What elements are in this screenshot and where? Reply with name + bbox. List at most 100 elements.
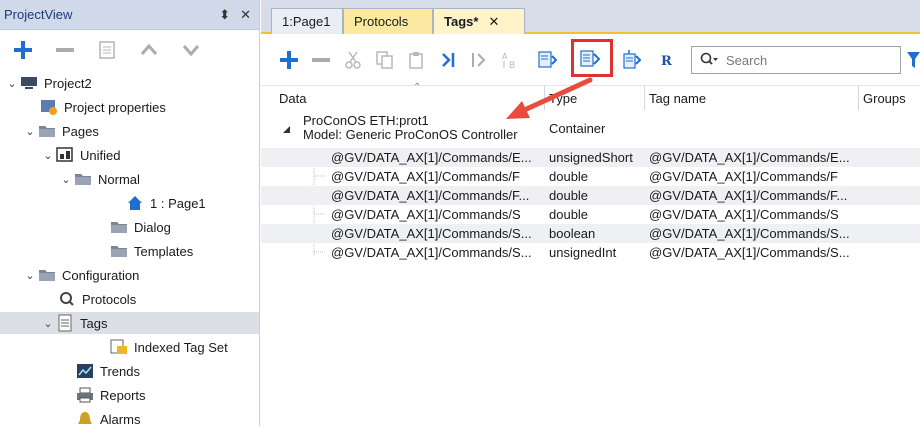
column-divider[interactable] [858,86,859,110]
sort-az-icon[interactable]: AB [499,48,523,72]
tree-item-label: Indexed Tag Set [134,339,228,355]
printer-icon [76,387,94,403]
column-header-groups[interactable]: Groups [863,86,906,110]
paste-icon[interactable] [405,48,429,72]
tags-toolbar: AB R Search [261,36,920,86]
chevron-down-icon[interactable]: ⌄ [4,77,20,90]
remove-icon[interactable] [54,39,76,61]
add-icon[interactable] [12,39,34,61]
cell-data: @GV/DATA_AX[1]/Commands/S... [331,245,532,260]
alarms-icon [76,411,94,427]
import-tags-highlighted-icon[interactable] [573,43,609,75]
tree-item-label: Configuration [62,267,140,283]
tree-item-label: 1 : Page1 [150,195,206,211]
tree-item-project-properties[interactable]: Project properties [40,96,166,118]
search-box[interactable]: Search [691,46,901,74]
search-icon [700,52,718,69]
project-view-title: ProjectView [4,7,73,22]
tab-tags[interactable]: Tags* ✕ [433,8,525,34]
cell-type: unsignedShort [549,150,633,165]
tags-grid: Data ⌃ Type Tag name Groups ProConOS ETH… [261,82,920,426]
computer-icon [20,75,38,91]
sort-indicator-icon: ⌃ [413,82,422,93]
pin-icon[interactable]: ⬍ [219,7,230,23]
remove-tag-icon[interactable] [309,48,333,72]
search-input[interactable]: Search [726,53,767,68]
table-row[interactable]: @GV/DATA_AX[1]/Commands/F... double @GV/… [261,186,920,205]
close-tab-icon[interactable]: ✕ [488,14,499,30]
cut-icon[interactable] [341,48,365,72]
svg-text:A: A [502,52,508,61]
table-row[interactable]: @GV/DATA_AX[1]/Commands/S double @GV/DAT… [261,205,920,224]
cell-data: @GV/DATA_AX[1]/Commands/F [331,169,520,184]
rename-icon[interactable]: R [655,48,679,72]
tree-item-label: Project properties [64,99,166,115]
collapse-triangle-icon[interactable] [283,122,291,137]
tree-item-unified[interactable]: ⌄ Unified [40,144,120,166]
group-type: Container [549,121,606,136]
tree-item-reports[interactable]: Reports [76,384,146,406]
close-panel-icon[interactable]: ✕ [240,7,251,23]
tree-item-tags[interactable]: ⌄ Tags [0,312,259,334]
column-divider[interactable] [544,86,545,110]
chevron-down-icon[interactable]: ⌄ [22,269,38,282]
tree-item-indexed-tag-set[interactable]: Indexed Tag Set [110,336,228,358]
tab-protocols[interactable]: Protocols [343,8,433,34]
chevron-down-icon[interactable]: ⌄ [40,149,56,162]
chevron-down-icon[interactable]: ⌄ [40,317,56,330]
tab-label: Tags* [444,14,479,29]
import-tags-icon[interactable] [437,48,461,72]
import-dictionary-icon[interactable] [531,42,565,78]
tree-item-dialog[interactable]: Dialog [110,216,171,238]
tree-item-pages[interactable]: ⌄ Pages [22,120,99,142]
home-icon [126,195,144,211]
tree-item-templates[interactable]: Templates [110,240,193,262]
filter-icon[interactable] [907,50,920,70]
tree-item-label: Unified [80,147,121,163]
dictionary-icon[interactable] [621,48,645,72]
properties-list-icon[interactable] [96,39,118,61]
copy-icon[interactable] [373,48,397,72]
folder-icon [110,243,128,259]
tab-page1[interactable]: 1:Page1 [271,8,343,34]
project-view-panel: ProjectView ⬍ ✕ ⌄ Project2 Project prope… [0,0,260,427]
add-tag-icon[interactable] [277,48,301,72]
move-down-icon[interactable] [180,39,202,61]
tree-item-label: Trends [100,363,140,379]
export-tags-icon[interactable] [467,48,491,72]
table-row[interactable]: @GV/DATA_AX[1]/Commands/S... unsignedInt… [261,243,920,262]
group-row[interactable]: ProConOS ETH:prot1 Model: Generic ProCon… [261,114,920,148]
table-row[interactable]: @GV/DATA_AX[1]/Commands/E... unsignedSho… [261,148,920,167]
tree-item-label: Templates [134,243,194,259]
svg-text:B: B [509,61,515,70]
project-view-titlebar: ProjectView ⬍ ✕ [0,0,259,30]
tree-item-configuration[interactable]: ⌄ Configuration [22,264,139,286]
tree-item-alarms[interactable]: Alarms [76,408,140,430]
column-header-data[interactable]: Data [279,86,306,110]
folder-icon [110,219,128,235]
chevron-down-icon[interactable]: ⌄ [22,125,38,138]
tree-item-project2[interactable]: ⌄ Project2 [4,72,92,94]
column-header-tag-name[interactable]: Tag name [649,86,706,110]
tree-item-page1[interactable]: 1 : Page1 [126,192,206,214]
move-up-icon[interactable] [138,39,160,61]
cell-tag-name: @GV/DATA_AX[1]/Commands/S... [649,245,850,260]
tree-item-label: Pages [62,123,99,139]
tree-item-label: Dialog [134,219,171,235]
table-row[interactable]: @GV/DATA_AX[1]/Commands/F double @GV/DAT… [261,167,920,186]
tree-item-label: Project2 [44,75,92,91]
tab-label: Protocols [354,14,409,29]
cell-tag-name: @GV/DATA_AX[1]/Commands/F... [649,188,848,203]
tree-item-trends[interactable]: Trends [76,360,140,382]
table-row[interactable]: @GV/DATA_AX[1]/Commands/S... boolean @GV… [261,224,920,243]
unified-icon [56,147,74,163]
cell-data: @GV/DATA_AX[1]/Commands/E... [331,150,532,165]
tree-item-protocols[interactable]: Protocols [58,288,136,310]
cell-data: @GV/DATA_AX[1]/Commands/S [331,207,521,222]
column-divider[interactable] [644,86,645,110]
chevron-down-icon[interactable]: ⌄ [58,173,74,186]
column-header-type[interactable]: Type [549,86,577,110]
tree-item-normal[interactable]: ⌄ Normal [58,168,140,190]
cell-type: boolean [549,226,596,241]
folder-icon [74,171,92,187]
